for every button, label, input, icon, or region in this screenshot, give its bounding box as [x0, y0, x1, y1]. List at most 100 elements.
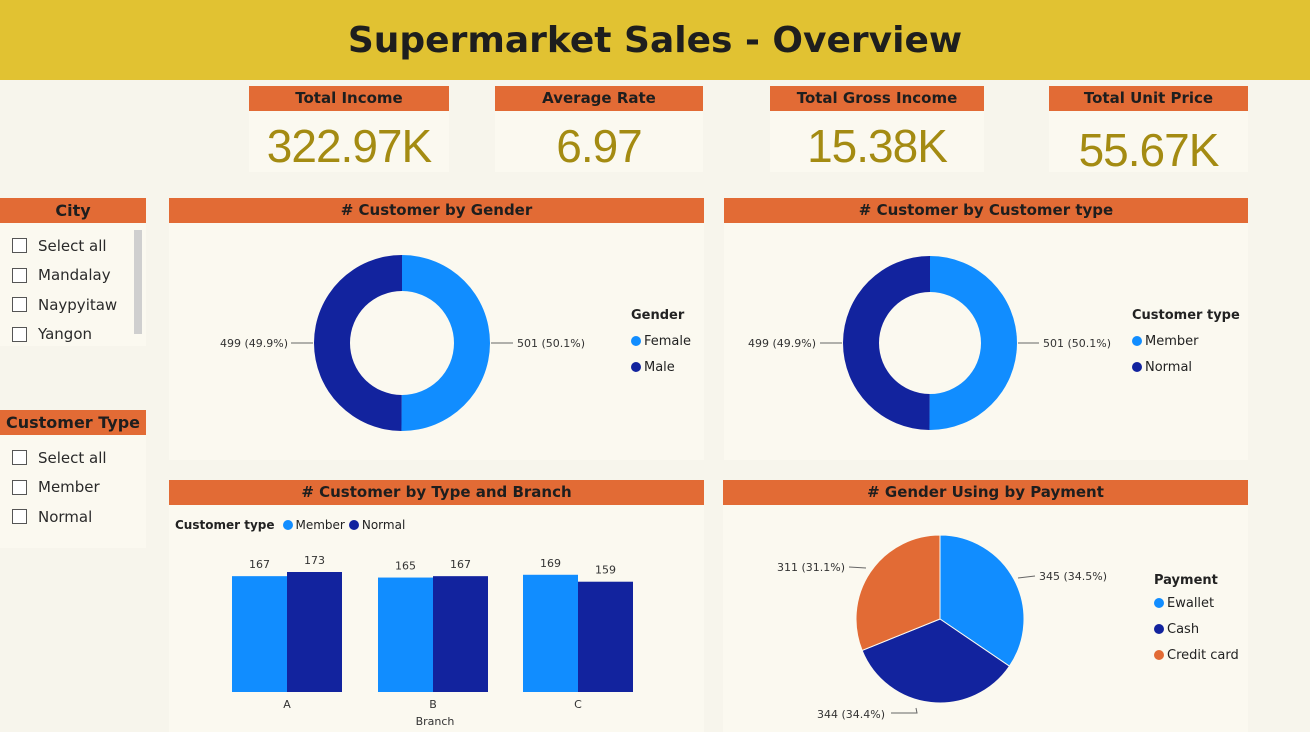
option-label: Member — [38, 478, 100, 497]
dashboard-header: Supermarket Sales - Overview — [0, 0, 1310, 80]
data-label: 501 (50.1%) — [517, 337, 585, 350]
leader-line — [848, 566, 867, 569]
leader-line — [891, 707, 918, 714]
bar-member-b[interactable] — [378, 577, 433, 692]
x-axis-label: Branch — [416, 715, 455, 728]
legend-item-normal[interactable]: Normal — [1132, 354, 1240, 380]
legend-label: Male — [644, 359, 675, 375]
slicer-scrollbar[interactable] — [134, 230, 142, 334]
slicer-option-naypyitaw[interactable]: Naypyitaw — [12, 290, 146, 320]
checkbox[interactable] — [12, 450, 27, 466]
legend-item-female[interactable]: Female — [631, 328, 691, 354]
x-tick-label: A — [283, 698, 291, 711]
data-label: 501 (50.1%) — [1043, 337, 1111, 350]
kpi-label: Total Gross Income — [770, 86, 984, 111]
data-label: 173 — [304, 554, 325, 567]
x-tick-label: B — [429, 698, 437, 711]
slice-male[interactable] — [313, 255, 402, 431]
legend-dot-icon — [1132, 362, 1142, 372]
bar-normal-c[interactable] — [578, 581, 633, 692]
slicer-option-select-all[interactable]: Select all — [12, 231, 146, 261]
kpi-value: 15.38K — [807, 120, 948, 172]
legend-item-cash[interactable]: Cash — [1154, 616, 1239, 642]
bar-normal-a[interactable] — [287, 572, 342, 692]
kpi-card-total-income[interactable]: Total Income 322.97K — [249, 86, 449, 172]
gender-donut-chart: 501 (50.1%) 499 (49.9%) — [220, 255, 585, 431]
legend-dot-icon — [1154, 598, 1164, 608]
data-label: 344 (34.4%) — [817, 708, 885, 721]
checkbox[interactable] — [12, 326, 27, 342]
city-slicer[interactable]: City Select all Mandalay Naypyitaw Yango… — [0, 198, 146, 346]
gender-donut-visual[interactable]: # Customer by Gender 501 (50.1%) 499 (49.… — [169, 198, 704, 460]
checkbox[interactable] — [12, 267, 27, 283]
chart-legend: Payment Ewallet Cash Credit card — [1154, 573, 1239, 668]
slicer-option-mandalay[interactable]: Mandalay — [12, 261, 146, 291]
customer-type-slicer[interactable]: Customer Type Select all Member Normal — [0, 410, 146, 548]
type-branch-bar-chart: 167 173 A 165 167 B 169 159 C Branch — [232, 554, 633, 728]
checkbox[interactable] — [12, 479, 27, 495]
option-label: Select all — [38, 448, 107, 467]
slice-normal[interactable] — [843, 256, 930, 430]
legend-label: Credit card — [1167, 647, 1239, 663]
data-label: 165 — [395, 560, 416, 573]
option-label: Normal — [38, 507, 93, 526]
kpi-value: 55.67K — [1078, 124, 1220, 176]
legend-item-male[interactable]: Male — [631, 354, 691, 380]
page-title: Supermarket Sales - Overview — [347, 19, 963, 61]
slicer-list: Select all Member Normal — [0, 435, 146, 532]
kpi-value: 6.97 — [556, 120, 643, 172]
slicer-list: Select all Mandalay Naypyitaw Yangon — [0, 223, 146, 349]
legend-dot-icon — [1154, 624, 1164, 634]
chart-legend: Gender Female Male — [631, 308, 691, 380]
option-label: Yangon — [38, 325, 93, 344]
legend-label: Cash — [1167, 621, 1200, 637]
legend-item-ewallet[interactable]: Ewallet — [1154, 590, 1239, 616]
legend-label: Member — [1145, 333, 1199, 349]
legend-dot-icon — [631, 336, 641, 346]
slicer-option-normal[interactable]: Normal — [12, 502, 146, 532]
bar-member-c[interactable] — [523, 574, 578, 692]
slice-female[interactable] — [401, 255, 490, 431]
checkbox[interactable] — [12, 238, 27, 254]
bar-normal-b[interactable] — [433, 576, 488, 692]
slicer-option-yangon[interactable]: Yangon — [12, 320, 146, 350]
legend-label: Normal — [1145, 359, 1193, 375]
kpi-card-total-unit-price[interactable]: Total Unit Price 55.67K — [1049, 86, 1248, 176]
x-tick-label: C — [574, 698, 582, 711]
type-branch-bar-visual[interactable]: # Customer by Type and Branch Customer t… — [169, 480, 704, 732]
legend-label: Ewallet — [1167, 595, 1215, 611]
customer-type-donut-visual[interactable]: # Customer by Customer type 501 (50.1%) 4… — [724, 198, 1248, 460]
checkbox[interactable] — [12, 297, 27, 313]
legend-item-member[interactable]: Member — [1132, 328, 1240, 354]
legend-title: Payment — [1154, 573, 1218, 588]
chart-legend: Customer type Member Normal — [1132, 308, 1240, 380]
kpi-card-total-gross-income[interactable]: Total Gross Income 15.38K — [770, 86, 984, 172]
data-label: 167 — [249, 558, 270, 571]
legend-dot-icon — [631, 362, 641, 372]
option-label: Select all — [38, 236, 107, 255]
legend-title: Customer type — [1132, 308, 1240, 323]
kpi-label: Average Rate — [495, 86, 703, 111]
slicer-title: Customer Type — [0, 410, 146, 435]
data-label: 345 (34.5%) — [1039, 570, 1107, 583]
data-label: 499 (49.9%) — [748, 337, 816, 350]
slice-member[interactable] — [929, 256, 1018, 431]
data-label: 499 (49.9%) — [220, 337, 288, 350]
kpi-label: Total Unit Price — [1049, 86, 1248, 111]
kpi-label: Total Income — [249, 86, 449, 111]
option-label: Naypyitaw — [38, 295, 118, 314]
legend-item-credit-card[interactable]: Credit card — [1154, 642, 1239, 668]
data-label: 169 — [540, 557, 561, 570]
legend-dot-icon — [1154, 650, 1164, 660]
legend-title: Gender — [631, 308, 685, 323]
slicer-option-member[interactable]: Member — [12, 473, 146, 503]
slicer-option-select-all[interactable]: Select all — [12, 443, 146, 473]
bar-member-a[interactable] — [232, 576, 287, 692]
data-label: 311 (31.1%) — [777, 561, 845, 574]
legend-dot-icon — [1132, 336, 1142, 346]
payment-pie-visual[interactable]: # Gender Using by Payment 345 (34.5%) 344… — [723, 480, 1248, 732]
slicer-title: City — [0, 198, 146, 223]
kpi-card-average-rate[interactable]: Average Rate 6.97 — [495, 86, 703, 172]
checkbox[interactable] — [12, 509, 27, 525]
data-label: 159 — [595, 564, 616, 577]
